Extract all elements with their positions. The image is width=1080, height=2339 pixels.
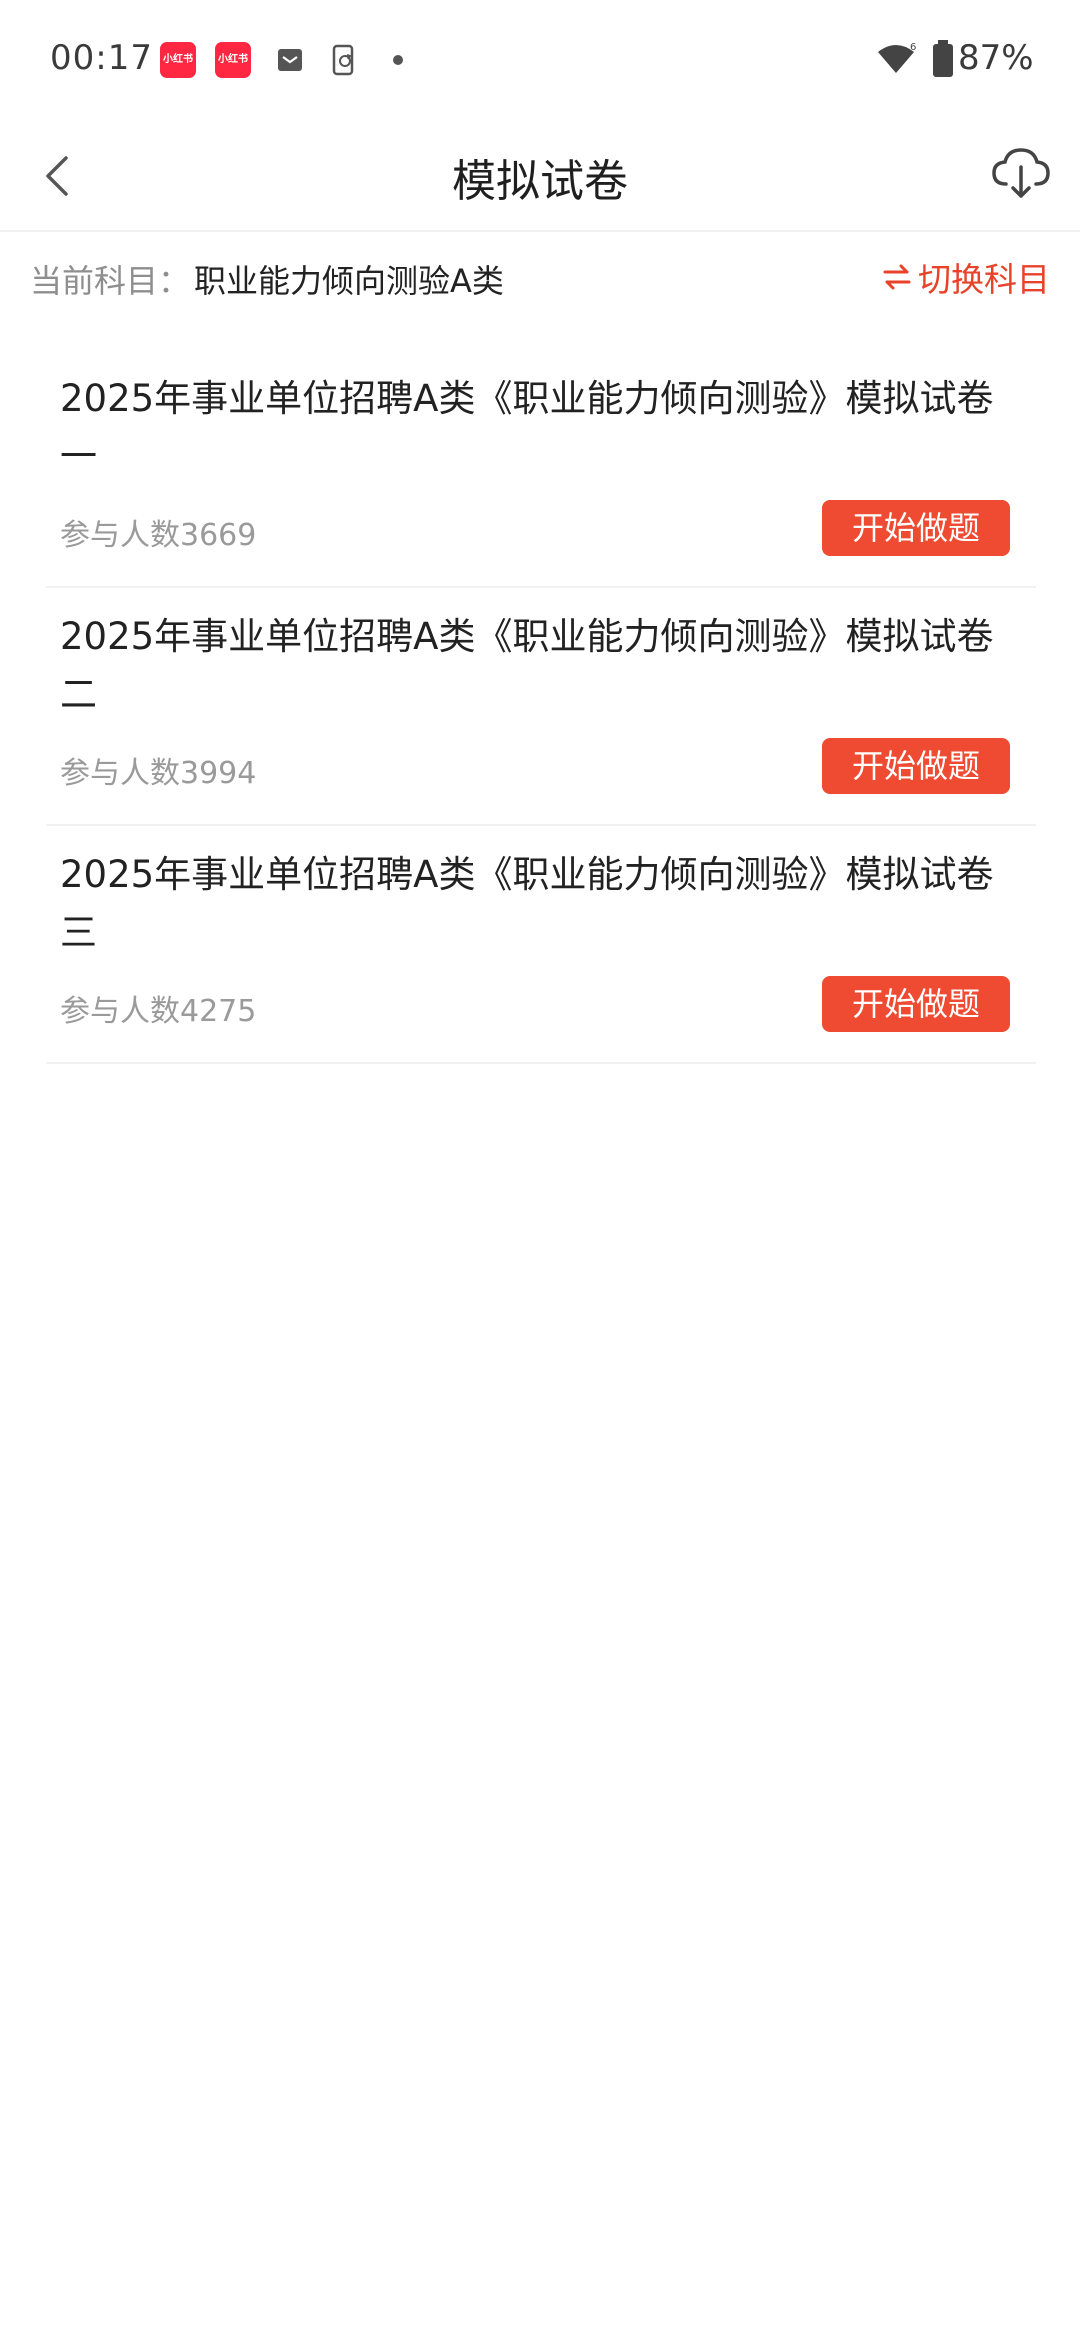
paper-title: 2025年事业单位招聘A类《职业能力倾向测验》模拟试卷二 [60,615,994,716]
paper-item[interactable]: 2025年事业单位招聘A类《职业能力倾向测验》模拟试卷三 参与人数4275 开始… [46,826,1036,1064]
paper-item[interactable]: 2025年事业单位招聘A类《职业能力倾向测验》模拟试卷二 参与人数3994 开始… [46,588,1036,826]
current-subject-value: 职业能力倾向测验A类 [194,262,504,300]
svg-text:6: 6 [910,42,916,53]
current-subject-label: 当前科目： [30,262,191,300]
paper-title: 2025年事业单位招聘A类《职业能力倾向测验》模拟试卷三 [60,853,994,954]
status-time: 00:17 [50,38,153,78]
current-subject-row: 当前科目： 职业能力倾向测验A类 切换科目 [0,240,1080,310]
participant-count: 参与人数4275 [60,994,257,1029]
mail-icon [278,49,302,71]
participant-count: 参与人数3669 [60,518,257,553]
top-app-bar: 模拟试卷 [0,120,1080,230]
start-practice-button[interactable]: 开始做题 [822,976,1010,1032]
paper-title: 2025年事业单位招聘A类《职业能力倾向测验》模拟试卷一 [60,377,994,478]
header-divider [0,230,1080,232]
switch-subject-button[interactable]: 切换科目 [882,252,1050,302]
xiaohongshu-app-icon: 小红书 [160,42,196,78]
start-practice-button[interactable]: 开始做题 [822,738,1010,794]
more-notifications-dot [393,55,403,65]
mock-paper-list: 2025年事业单位招聘A类《职业能力倾向测验》模拟试卷一 参与人数3669 开始… [46,350,1036,1064]
switch-subject-label: 切换科目 [918,260,1050,299]
participant-count: 参与人数3994 [60,756,257,791]
phone-sync-icon [332,44,354,76]
battery-icon [933,40,953,77]
status-bar: 00:17 小红书 小红书 6 87% [0,0,1080,120]
battery-percentage: 87% [958,38,1034,78]
swap-arrows-icon [883,264,911,290]
xiaohongshu-app-icon: 小红书 [215,42,251,78]
start-practice-button[interactable]: 开始做题 [822,500,1010,556]
page-title: 模拟试卷 [452,156,628,207]
paper-item[interactable]: 2025年事业单位招聘A类《职业能力倾向测验》模拟试卷一 参与人数3669 开始… [46,350,1036,588]
cloud-download-button[interactable] [988,140,1054,206]
wifi-icon: 6 [878,42,916,73]
